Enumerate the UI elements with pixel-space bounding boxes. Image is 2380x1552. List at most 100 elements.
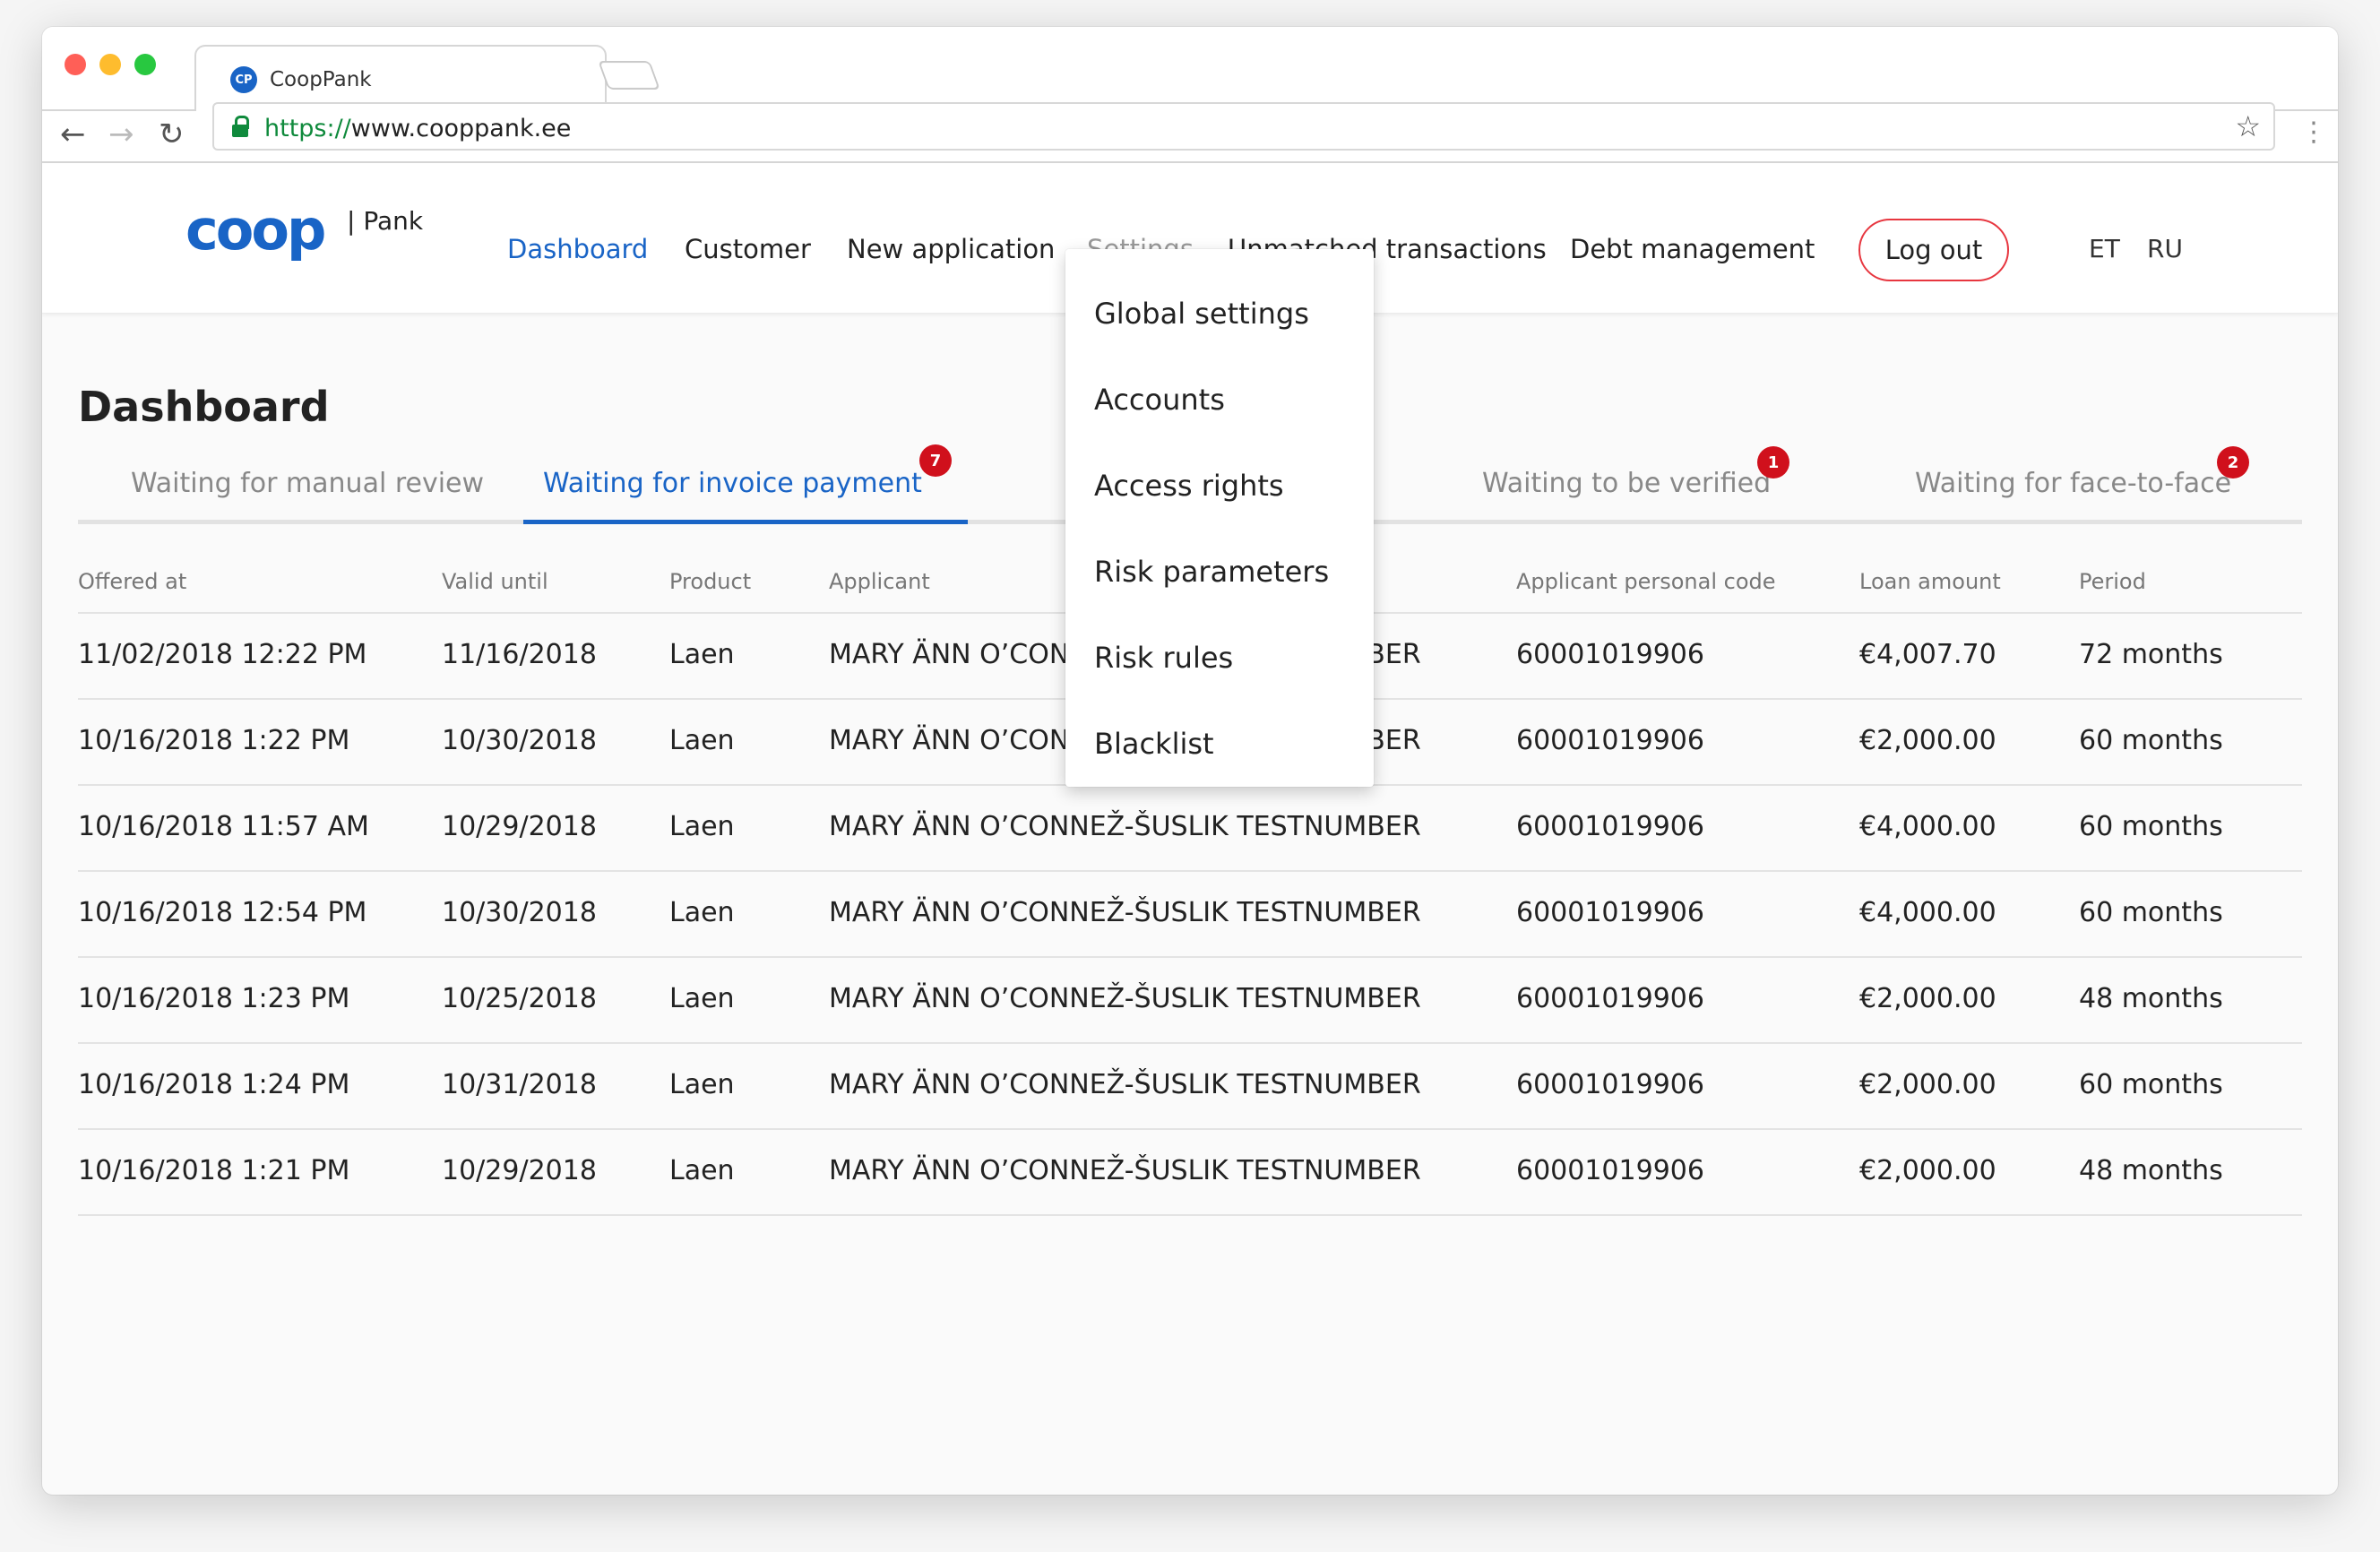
reload-icon[interactable]: ↻ bbox=[159, 116, 185, 152]
cell-period: 72 months bbox=[2079, 639, 2223, 670]
close-window-button[interactable] bbox=[65, 54, 86, 75]
cell-personal-code: 60001019906 bbox=[1516, 1155, 1704, 1186]
address-bar[interactable]: https://www.cooppank.ee ☆ bbox=[212, 102, 2275, 151]
cell-personal-code: 60001019906 bbox=[1516, 639, 1704, 670]
column-applicant[interactable]: Applicant bbox=[829, 568, 930, 595]
cell-loan-amount: €4,000.00 bbox=[1859, 897, 1996, 928]
cell-offered-at: 10/16/2018 1:22 PM bbox=[78, 725, 350, 756]
cell-loan-amount: €4,000.00 bbox=[1859, 811, 1996, 842]
row-divider bbox=[78, 1214, 2302, 1216]
cell-applicant: MARY ÄNN O’CONNEŽ-ŠUSLIK TESTNUMBER bbox=[829, 1069, 1421, 1100]
cell-valid-until: 10/29/2018 bbox=[442, 811, 597, 842]
cell-period: 60 months bbox=[2079, 811, 2223, 842]
forward-arrow-icon[interactable]: → bbox=[108, 116, 134, 152]
bookmark-star-icon[interactable]: ☆ bbox=[2235, 109, 2261, 143]
cell-personal-code: 60001019906 bbox=[1516, 897, 1704, 928]
cell-applicant: MARY ÄNN O’CONNEŽ-ŠUSLIK TESTNUMBER bbox=[829, 983, 1421, 1014]
cell-loan-amount: €2,000.00 bbox=[1859, 1069, 1996, 1100]
menu-item-accounts[interactable]: Accounts bbox=[1094, 382, 1225, 418]
lock-icon bbox=[232, 116, 249, 137]
maximize-window-button[interactable] bbox=[134, 54, 156, 75]
cell-offered-at: 11/02/2018 12:22 PM bbox=[78, 639, 367, 670]
tab-face-to-face[interactable]: Waiting for face-to-face bbox=[1915, 466, 2231, 502]
browser-window: CP CoopPank ← → ↻ https://www.cooppank.e… bbox=[42, 27, 2338, 1495]
column-period[interactable]: Period bbox=[2079, 568, 2146, 595]
cooppank-favicon-icon: CP bbox=[230, 66, 257, 93]
url-host: www.cooppank.ee bbox=[350, 115, 572, 142]
column-personal-code[interactable]: Applicant personal code bbox=[1516, 568, 1776, 595]
column-offered-at[interactable]: Offered at bbox=[78, 568, 186, 595]
url-text: https://www.cooppank.ee bbox=[264, 115, 571, 142]
cell-product: Laen bbox=[669, 983, 735, 1014]
logout-button[interactable]: Log out bbox=[1858, 219, 2009, 281]
browser-menu-icon[interactable]: ⋮ bbox=[2300, 116, 2327, 149]
tab-manual-review[interactable]: Waiting for manual review bbox=[131, 466, 484, 502]
invoice-payment-count-badge: 7 bbox=[919, 444, 952, 477]
cell-personal-code: 60001019906 bbox=[1516, 983, 1704, 1014]
cell-valid-until: 10/30/2018 bbox=[442, 725, 597, 756]
cell-period: 60 months bbox=[2079, 897, 2223, 928]
cell-offered-at: 10/16/2018 12:54 PM bbox=[78, 897, 367, 928]
cell-applicant: MARY ÄNN O’CONNEŽ-ŠUSLIK TESTNUMBER bbox=[829, 1155, 1421, 1186]
column-loan-amount[interactable]: Loan amount bbox=[1859, 568, 2001, 595]
cell-offered-at: 10/16/2018 1:21 PM bbox=[78, 1155, 350, 1186]
face-to-face-count-badge: 2 bbox=[2217, 446, 2249, 479]
cell-period: 48 months bbox=[2079, 1155, 2223, 1186]
cell-loan-amount: €2,000.00 bbox=[1859, 983, 1996, 1014]
settings-dropdown-menu: Global settings Accounts Access rights R… bbox=[1065, 249, 1374, 787]
cell-applicant: MARY ÄNN O’CONNEŽ-ŠUSLIK TESTNUMBER bbox=[829, 897, 1421, 928]
nav-dashboard[interactable]: Dashboard bbox=[507, 233, 648, 265]
nav-customer[interactable]: Customer bbox=[685, 233, 811, 265]
cell-valid-until: 10/29/2018 bbox=[442, 1155, 597, 1186]
column-valid-until[interactable]: Valid until bbox=[442, 568, 548, 595]
cell-valid-until: 10/30/2018 bbox=[442, 897, 597, 928]
cell-product: Laen bbox=[669, 639, 735, 670]
cell-offered-at: 10/16/2018 1:24 PM bbox=[78, 1069, 350, 1100]
new-tab-button[interactable] bbox=[598, 61, 660, 90]
cell-applicant: MARY ÄNN O’CONNEŽ-ŠUSLIK TESTNUMBER bbox=[829, 811, 1421, 842]
menu-item-blacklist[interactable]: Blacklist bbox=[1094, 726, 1214, 762]
page-title: Dashboard bbox=[78, 383, 330, 431]
cell-period: 60 months bbox=[2079, 1069, 2223, 1100]
cell-valid-until: 10/25/2018 bbox=[442, 983, 597, 1014]
column-product[interactable]: Product bbox=[669, 568, 751, 595]
cell-product: Laen bbox=[669, 1155, 735, 1186]
language-ru[interactable]: RU bbox=[2147, 233, 2183, 265]
row-divider bbox=[78, 1128, 2302, 1130]
cell-product: Laen bbox=[669, 1069, 735, 1100]
cell-valid-until: 10/31/2018 bbox=[442, 1069, 597, 1100]
cell-loan-amount: €2,000.00 bbox=[1859, 1155, 1996, 1186]
cell-loan-amount: €4,007.70 bbox=[1859, 639, 1996, 670]
browser-tab[interactable]: CP CoopPank bbox=[194, 45, 607, 111]
cell-period: 48 months bbox=[2079, 983, 2223, 1014]
tab-to-be-verified[interactable]: Waiting to be verified bbox=[1482, 466, 1771, 502]
cell-period: 60 months bbox=[2079, 725, 2223, 756]
nav-debt-management[interactable]: Debt management bbox=[1570, 233, 1815, 265]
cell-valid-until: 11/16/2018 bbox=[442, 639, 597, 670]
menu-item-risk-rules[interactable]: Risk rules bbox=[1094, 640, 1233, 676]
row-divider bbox=[78, 956, 2302, 958]
tab-invoice-payment[interactable]: Waiting for invoice payment bbox=[543, 466, 922, 502]
coop-logo[interactable]: coop bbox=[185, 199, 326, 262]
cell-product: Laen bbox=[669, 725, 735, 756]
cell-personal-code: 60001019906 bbox=[1516, 725, 1704, 756]
cell-offered-at: 10/16/2018 1:23 PM bbox=[78, 983, 350, 1014]
language-et[interactable]: ET bbox=[2089, 233, 2120, 265]
browser-tab-title: CoopPank bbox=[270, 68, 372, 91]
cell-personal-code: 60001019906 bbox=[1516, 1069, 1704, 1100]
browser-chrome: CP CoopPank ← → ↻ https://www.cooppank.e… bbox=[42, 27, 2338, 163]
cell-loan-amount: €2,000.00 bbox=[1859, 725, 1996, 756]
cell-offered-at: 10/16/2018 11:57 AM bbox=[78, 811, 369, 842]
back-arrow-icon[interactable]: ← bbox=[60, 116, 86, 152]
row-divider bbox=[78, 870, 2302, 872]
row-divider bbox=[78, 1042, 2302, 1044]
url-scheme: https:// bbox=[264, 115, 351, 142]
menu-item-global-settings[interactable]: Global settings bbox=[1094, 296, 1309, 332]
menu-item-access-rights[interactable]: Access rights bbox=[1094, 468, 1284, 504]
logo-subtitle: | Pank bbox=[347, 206, 424, 236]
cell-product: Laen bbox=[669, 811, 735, 842]
minimize-window-button[interactable] bbox=[99, 54, 121, 75]
menu-item-risk-parameters[interactable]: Risk parameters bbox=[1094, 554, 1329, 590]
nav-new-application[interactable]: New application bbox=[847, 233, 1055, 265]
cell-personal-code: 60001019906 bbox=[1516, 811, 1704, 842]
